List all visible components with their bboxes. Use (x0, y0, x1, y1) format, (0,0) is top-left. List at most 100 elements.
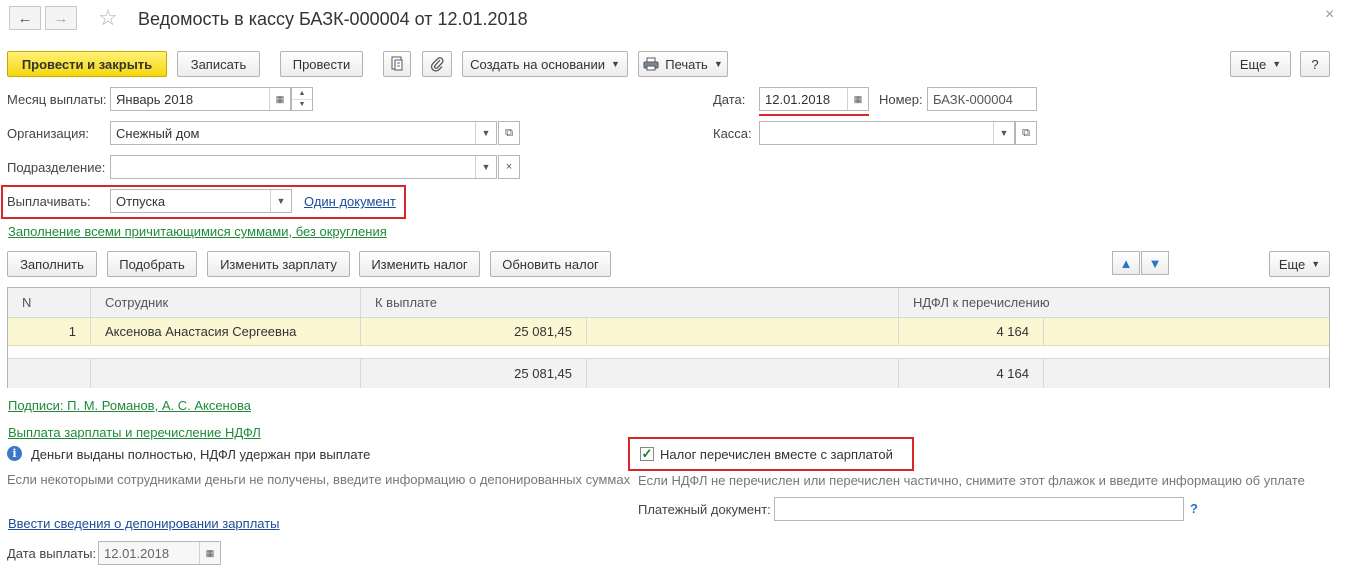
attach-files-button[interactable] (422, 51, 452, 77)
totals-empty-cell (8, 358, 91, 388)
calendar-icon[interactable]: ▦ (269, 88, 290, 110)
open-window-icon: ⧉ (505, 126, 513, 139)
row-ndfl: 4 164 (899, 318, 1044, 346)
chevron-down-icon[interactable]: ▼ (475, 156, 496, 178)
more-button[interactable]: Еще ▼ (1230, 51, 1291, 77)
more-label: Еще (1239, 56, 1267, 72)
chevron-down-icon: ▼ (1272, 59, 1282, 69)
close-icon[interactable]: × (1325, 6, 1334, 24)
tax-hint: Если НДФЛ не перечислен или перечислен ч… (638, 473, 1305, 488)
pay-date-value: 12.01.2018 (104, 545, 170, 561)
column-header-ndfl[interactable]: НДФЛ к перечислению (899, 288, 1329, 318)
organization-label: Организация: (7, 126, 90, 141)
column-header-employee[interactable]: Сотрудник (91, 288, 361, 318)
pay-type-value: Отпуска (116, 193, 166, 209)
checkmark-icon: ✓ (641, 446, 653, 461)
back-button[interactable]: ← (9, 6, 41, 30)
payment-doc-field[interactable] (774, 497, 1184, 521)
open-cashbox-button[interactable]: ⧉ (1015, 121, 1037, 145)
totals-ndfl: 4 164 (899, 358, 1044, 388)
tax-transferred-checkbox[interactable]: ✓ (640, 447, 654, 461)
organization-value: Снежный дом (116, 125, 200, 141)
pay-month-field[interactable]: Январь 2018 ▦ (110, 87, 291, 111)
calendar-icon[interactable]: ▦ (199, 542, 220, 564)
tax-transferred-label[interactable]: Налог перечислен вместе с зарплатой (660, 447, 893, 462)
chevron-down-icon[interactable]: ▼ (292, 100, 312, 111)
fill-mode-link[interactable]: Заполнение всеми причитающимися суммами,… (8, 224, 387, 239)
pay-month-label: Месяц выплаты: (7, 92, 107, 107)
pay-month-value: Январь 2018 (116, 91, 194, 107)
month-stepper[interactable]: ▲ ▼ (291, 87, 313, 111)
change-salary-button[interactable]: Изменить зарплату (207, 251, 350, 277)
column-header-n[interactable]: N (8, 288, 91, 318)
number-value: БАЗК-000004 (933, 91, 1013, 107)
pay-type-field[interactable]: Отпуска ▼ (110, 189, 292, 213)
chevron-down-icon: ▼ (713, 59, 723, 69)
forward-button[interactable]: → (45, 6, 77, 30)
favorite-star-icon[interactable]: ☆ (98, 6, 118, 30)
open-organization-button[interactable]: ⧉ (498, 121, 520, 145)
totals-empty-cell (91, 358, 361, 388)
date-label: Дата: (713, 92, 746, 107)
row-employee: Аксенова Анастасия Сергеевна (91, 318, 361, 346)
department-field[interactable]: ▼ (110, 155, 497, 179)
date-value: 12.01.2018 (765, 91, 831, 107)
change-tax-button[interactable]: Изменить налог (359, 251, 480, 277)
organization-field[interactable]: Снежный дом ▼ (110, 121, 497, 145)
chevron-up-icon[interactable]: ▲ (292, 88, 312, 100)
money-paid-text: Деньги выданы полностью, НДФЛ удержан пр… (31, 447, 371, 462)
salary-payment-link[interactable]: Выплата зарплаты и перечисление НДФЛ (8, 425, 261, 440)
table-more-button[interactable]: Еще ▼ (1269, 251, 1330, 277)
column-header-to-pay[interactable]: К выплате (361, 288, 899, 318)
chevron-down-icon[interactable]: ▼ (993, 122, 1014, 144)
calendar-icon[interactable]: ▦ (847, 88, 868, 110)
deposit-link[interactable]: Ввести сведения о депонировании зарплаты (8, 516, 280, 531)
chevron-down-icon: ▼ (1311, 259, 1321, 269)
forward-arrow-icon: → (53, 9, 69, 27)
document-structure-icon (391, 56, 403, 71)
signatures-link[interactable]: Подписи: П. М. Романов, А. С. Аксенова (8, 398, 251, 413)
create-based-on-label: Создать на основании (470, 56, 605, 72)
cashbox-label: Касса: (713, 126, 752, 141)
totals-empty-cell (1044, 358, 1329, 388)
fill-button[interactable]: Заполнить (7, 251, 97, 277)
save-button[interactable]: Записать (177, 51, 260, 77)
post-button[interactable]: Провести (280, 51, 363, 77)
payroll-table[interactable]: N Сотрудник К выплате НДФЛ к перечислени… (7, 287, 1330, 388)
chevron-down-icon[interactable]: ▼ (270, 190, 291, 212)
post-and-close-button[interactable]: Провести и закрыть (7, 51, 167, 77)
date-highlight-underline (759, 114, 869, 116)
table-more-label: Еще (1278, 256, 1306, 272)
payment-doc-label: Платежный документ: (638, 502, 771, 517)
clear-icon: × (505, 161, 513, 173)
number-field[interactable]: БАЗК-000004 (927, 87, 1037, 111)
pay-label: Выплачивать: (7, 194, 91, 209)
back-arrow-icon: ← (17, 9, 33, 27)
row-to-pay: 25 081,45 (361, 318, 587, 346)
cashbox-field[interactable]: ▼ (759, 121, 1015, 145)
row-number: 1 (8, 318, 91, 346)
chevron-down-icon: ▼ (610, 59, 620, 69)
page-title: Ведомость в кассу БАЗК-000004 от 12.01.2… (138, 9, 528, 29)
arrow-up-icon: ▲ (1119, 255, 1133, 271)
create-based-on-button[interactable]: Создать на основании ▼ (462, 51, 628, 77)
move-down-button[interactable]: ▼ (1141, 251, 1169, 275)
clear-department-button[interactable]: × (498, 155, 520, 179)
info-icon: i (7, 446, 22, 461)
money-paid-hint: Если некоторыми сотрудниками деньги не п… (7, 472, 631, 487)
help-button[interactable]: ? (1300, 51, 1330, 77)
number-label: Номер: (879, 92, 923, 107)
document-structure-button[interactable] (383, 51, 411, 77)
payment-doc-help-icon[interactable]: ? (1190, 501, 1198, 516)
move-up-button[interactable]: ▲ (1112, 251, 1140, 275)
print-button[interactable]: Печать ▼ (638, 51, 728, 77)
chevron-down-icon[interactable]: ▼ (475, 122, 496, 144)
select-button[interactable]: Подобрать (107, 251, 197, 277)
pay-date-field[interactable]: 12.01.2018 ▦ (98, 541, 221, 565)
row-empty-cell (587, 318, 899, 346)
arrow-down-icon: ▼ (1148, 255, 1162, 271)
update-tax-button[interactable]: Обновить налог (490, 251, 611, 277)
date-field[interactable]: 12.01.2018 ▦ (759, 87, 869, 111)
one-document-link[interactable]: Один документ (304, 194, 396, 209)
row-empty-cell (1044, 318, 1329, 346)
